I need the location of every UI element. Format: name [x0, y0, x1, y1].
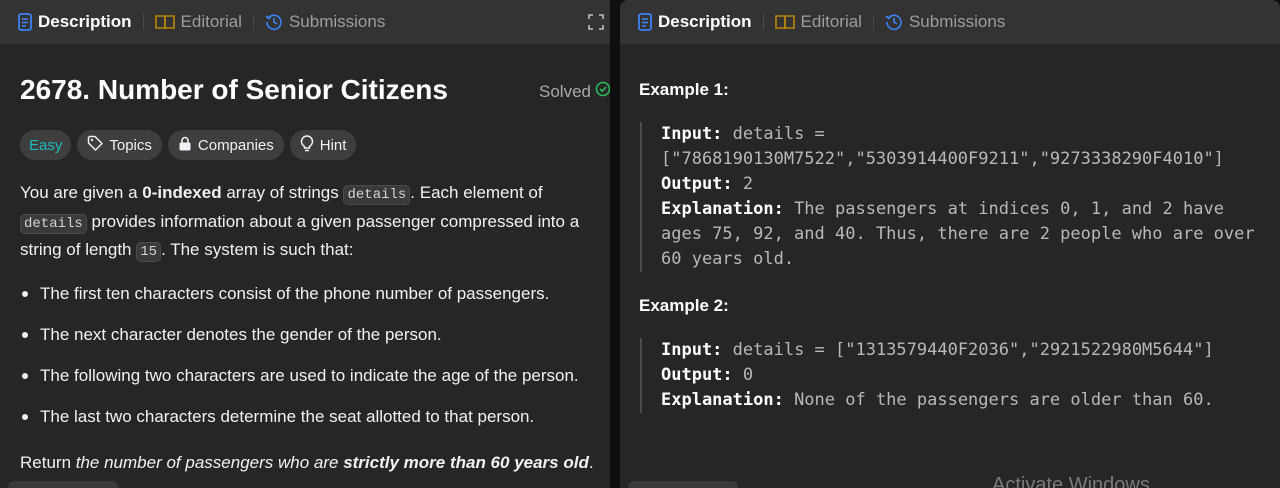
tab-submissions[interactable]: Submissions [885, 12, 1005, 32]
lightbulb-icon [300, 134, 314, 156]
difficulty-badge[interactable]: Easy [20, 130, 72, 160]
return-text: . [588, 453, 594, 472]
example-output: Output: 0 [661, 363, 1280, 388]
list-item: The following two characters are used to… [20, 363, 610, 404]
example-input: Input: details = ["1313579440F2036","292… [661, 338, 1280, 363]
book-icon [154, 14, 175, 30]
input-label: Input: [661, 340, 723, 360]
topics-button[interactable]: Topics [77, 130, 162, 160]
tab-editorial[interactable]: Editorial [774, 12, 862, 32]
tab-divider [142, 14, 144, 30]
list-item: The next character denotes the gender of… [20, 322, 610, 363]
description-panel-right: Description Editorial Submissions Exampl… [620, 0, 1280, 488]
hint-button[interactable]: Hint [289, 130, 357, 160]
output-label: Output: [661, 174, 733, 194]
check-circle-icon [595, 81, 610, 102]
tab-submissions-label: Submissions [908, 12, 1006, 31]
description-panel-left: Description Editorial Submissions 2678. … [0, 0, 610, 488]
problem-description: You are given a 0-indexed array of strin… [20, 180, 605, 266]
bottom-toolbar-button[interactable] [628, 481, 738, 488]
example-1-block: Input: details = ["7868190130M7522","530… [640, 122, 1280, 272]
book-icon [774, 14, 795, 30]
explanation-text: The passengers at indices 0, 1, and 2 ha… [783, 199, 1224, 219]
description-icon [638, 13, 652, 31]
example-explanation: Explanation: None of the passengers are … [661, 388, 1280, 413]
output-value: 2 [732, 174, 754, 194]
example-output: Output: 2 [661, 172, 1280, 197]
description-bold: 0-indexed [142, 183, 222, 202]
example-explanation-continued: ages 75, 92, and 40. Thus, there are 2 p… [661, 224, 1255, 244]
description-text: You are given a [20, 183, 143, 202]
tab-submissions[interactable]: Submissions [265, 12, 385, 32]
example-input-continued: ["7868190130M7522","5303914400F9211","92… [661, 149, 1224, 169]
topics-label: Topics [109, 136, 152, 154]
tab-editorial-label: Editorial [180, 12, 242, 31]
example-2-title: Example 2: [639, 296, 729, 315]
return-emphasis: strictly more than 60 years old [343, 453, 589, 472]
example-1-title: Example 1: [639, 80, 729, 99]
lock-icon [178, 136, 192, 155]
history-icon [885, 13, 903, 31]
return-statement: Return the number of passengers who are … [20, 450, 605, 477]
explanation-text: None of the passengers are older than 60… [783, 390, 1214, 410]
bottom-toolbar-button[interactable] [8, 481, 118, 488]
inline-code: details [343, 185, 411, 205]
tab-description-label: Description [38, 12, 132, 31]
tab-description-label: Description [658, 12, 752, 31]
input-label: Input: [661, 124, 723, 144]
list-item: The first ten characters consist of the … [20, 281, 610, 322]
example-explanation-continued: 60 years old. [661, 249, 795, 269]
example-2-block: Input: details = ["1313579440F2036","292… [640, 338, 1280, 413]
description-text: . Each element of [410, 183, 543, 202]
tab-editorial[interactable]: Editorial [154, 12, 242, 32]
example-explanation: Explanation: The passengers at indices 0… [661, 197, 1280, 222]
list-item: The last two characters determine the se… [20, 404, 610, 445]
tab-bar: Description Editorial Submissions [0, 0, 610, 44]
hint-label: Hint [319, 136, 347, 154]
input-value: details = [722, 124, 825, 144]
tab-divider [762, 14, 764, 30]
tag-icon [87, 135, 104, 155]
description-icon [18, 13, 32, 31]
inline-code: 15 [136, 242, 162, 262]
tab-description[interactable]: Description [18, 12, 132, 32]
companies-button[interactable]: Companies [167, 130, 284, 160]
description-text: array of strings [221, 183, 344, 202]
return-text: Return [20, 453, 76, 472]
problem-title[interactable]: 2678. Number of Senior Citizens [20, 74, 448, 106]
tab-description[interactable]: Description [638, 12, 752, 32]
activate-windows-watermark: Activate Windows [992, 474, 1150, 488]
return-italic: the number of passengers who are [75, 453, 344, 472]
rules-list: The first ten characters consist of the … [20, 281, 610, 445]
output-value: 0 [732, 365, 754, 385]
solved-status: Solved [539, 81, 610, 102]
tab-divider [872, 14, 874, 30]
example-input: Input: details = [661, 122, 1280, 147]
output-label: Output: [661, 365, 733, 385]
explanation-label: Explanation: [661, 390, 784, 410]
inline-code: details [20, 213, 87, 234]
tab-editorial-label: Editorial [800, 12, 862, 31]
explanation-label: Explanation: [661, 199, 784, 219]
input-value: details = ["1313579440F2036","2921522980… [722, 340, 1214, 360]
solved-label: Solved [539, 81, 591, 101]
problem-tags: Easy Topics Companies Hint [20, 130, 357, 160]
description-text: . The system is such that: [161, 240, 354, 259]
tab-divider [252, 14, 254, 30]
history-icon [265, 13, 283, 31]
companies-label: Companies [197, 136, 274, 154]
tab-submissions-label: Submissions [288, 12, 386, 31]
tab-bar: Description Editorial Submissions [620, 0, 1280, 44]
expand-icon[interactable] [588, 14, 604, 35]
